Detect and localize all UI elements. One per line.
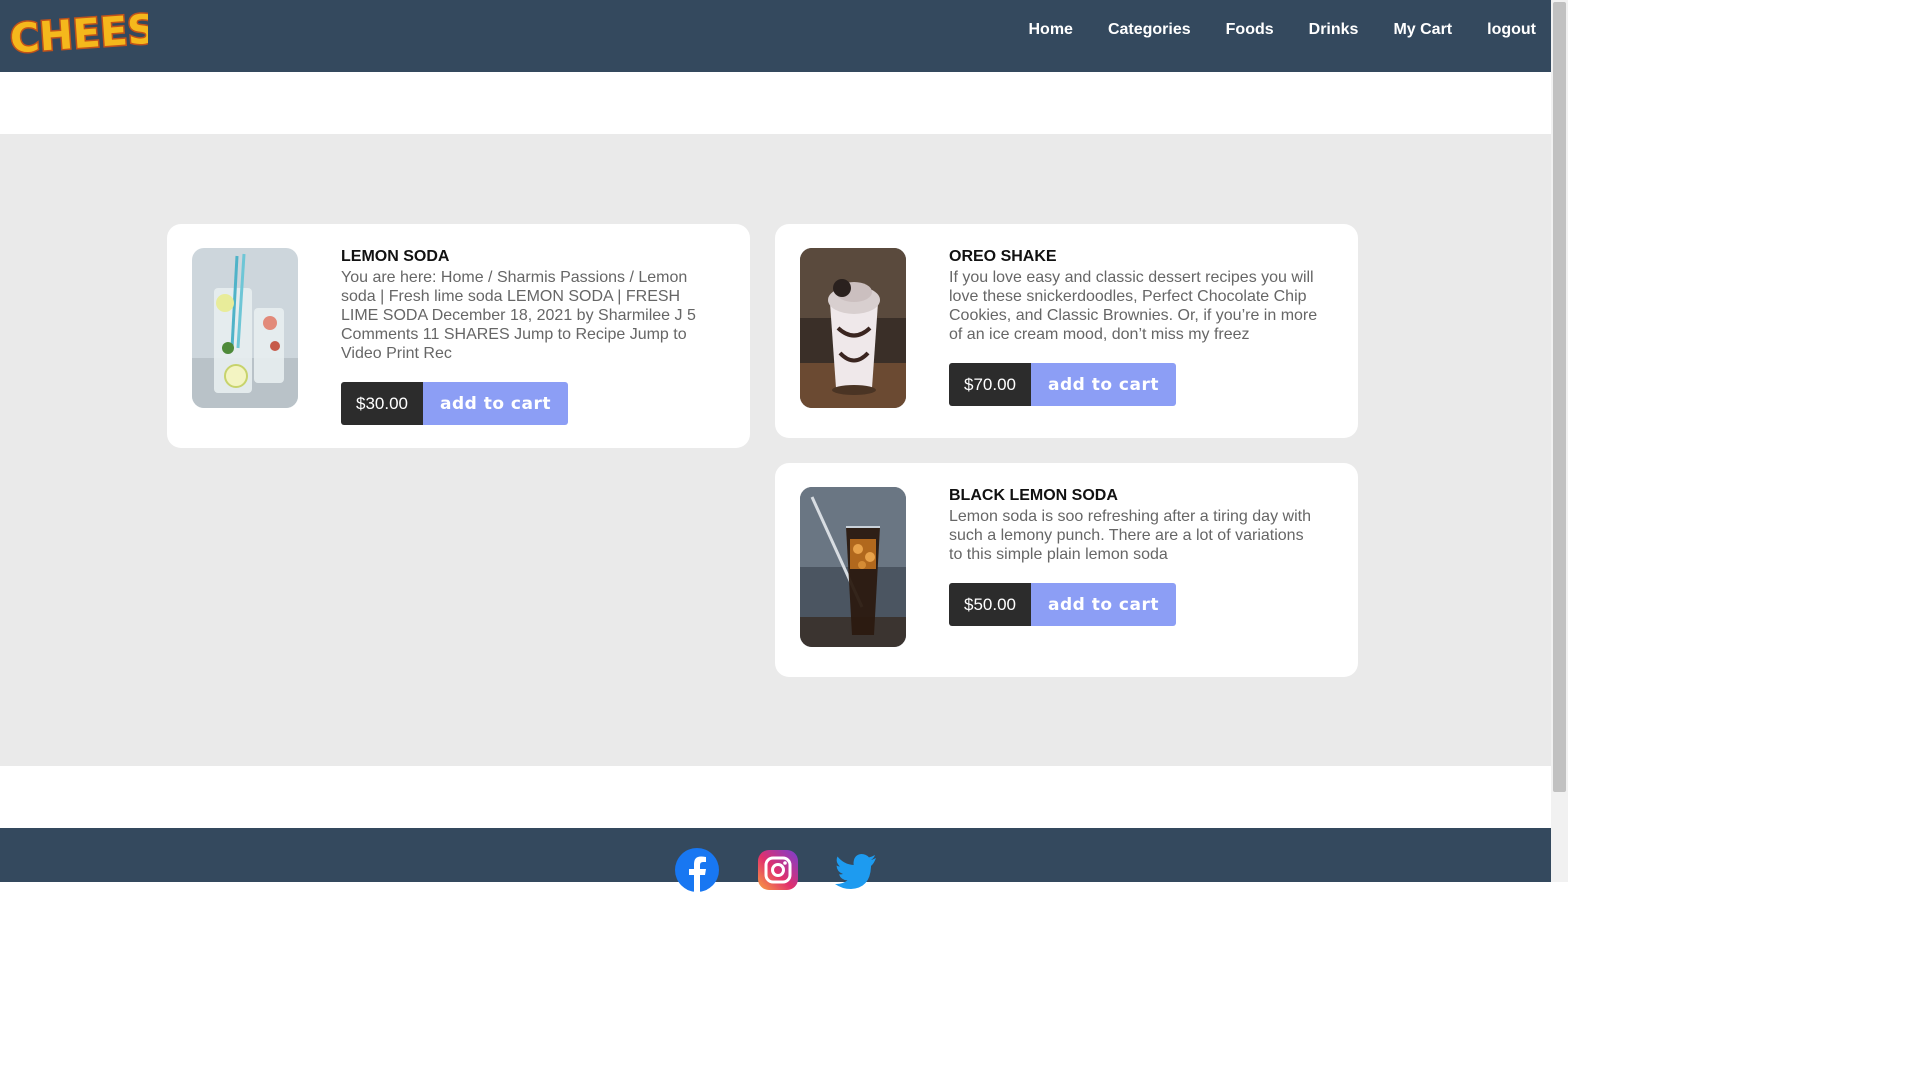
footer <box>0 828 1551 892</box>
nav-home-link[interactable]: Home <box>1028 21 1072 39</box>
product-info: LEMON SODA You are here: Home / Sharmis … <box>341 248 711 425</box>
product-title: BLACK LEMON SODA <box>949 487 1118 504</box>
nav-foods-link[interactable]: Foods <box>1226 21 1274 39</box>
add-to-cart-button[interactable]: add to cart <box>1031 583 1176 626</box>
product-card: OREO SHAKE If you love easy and classic … <box>775 224 1358 438</box>
product-title: LEMON SODA <box>341 248 450 265</box>
buy-row: $70.00 add to cart <box>949 363 1319 406</box>
buy-row: $50.00 add to cart <box>949 583 1319 626</box>
instagram-icon[interactable] <box>756 848 800 892</box>
product-info: BLACK LEMON SODA Lemon soda is soo refre… <box>949 487 1319 626</box>
black-lemon-soda-image <box>800 487 906 647</box>
twitter-icon[interactable] <box>834 848 878 892</box>
nav-my-cart-link[interactable]: My Cart <box>1393 21 1452 39</box>
product-price: $50.00 <box>949 583 1031 626</box>
product-price: $30.00 <box>341 382 423 425</box>
product-title: OREO SHAKE <box>949 248 1057 265</box>
page-scrollbar[interactable] <box>1551 0 1568 882</box>
add-to-cart-button[interactable]: add to cart <box>423 382 568 425</box>
product-description: You are here: Home / Sharmis Passions / … <box>341 269 696 362</box>
add-to-cart-button[interactable]: add to cart <box>1031 363 1176 406</box>
buy-row: $30.00 add to cart <box>341 382 711 425</box>
product-card: BLACK LEMON SODA Lemon soda is soo refre… <box>775 463 1358 677</box>
oreo-shake-image <box>800 248 906 408</box>
svg-text:CHEESY!: CHEESY! <box>9 4 148 63</box>
nav-categories-link[interactable]: Categories <box>1108 21 1191 39</box>
product-description: Lemon soda is soo refreshing after a tir… <box>949 508 1311 563</box>
product-card: LEMON SODA You are here: Home / Sharmis … <box>167 224 750 448</box>
product-info: OREO SHAKE If you love easy and classic … <box>949 248 1319 406</box>
product-description: If you love easy and classic dessert rec… <box>949 269 1318 343</box>
navbar: CHEESY! Home Categories Foods Drinks My … <box>0 0 1551 72</box>
scrollbar-thumb[interactable] <box>1553 2 1566 792</box>
nav-logout-link[interactable]: logout <box>1487 21 1536 39</box>
nav-drinks-link[interactable]: Drinks <box>1309 21 1359 39</box>
lemon-soda-image <box>192 248 298 408</box>
product-section: LEMON SODA You are here: Home / Sharmis … <box>0 134 1551 766</box>
nav-links: Home Categories Foods Drinks My Cart log… <box>993 0 1536 60</box>
product-price: $70.00 <box>949 363 1031 406</box>
facebook-icon[interactable] <box>675 848 719 892</box>
cheesy-logo[interactable]: CHEESY! <box>6 2 206 64</box>
